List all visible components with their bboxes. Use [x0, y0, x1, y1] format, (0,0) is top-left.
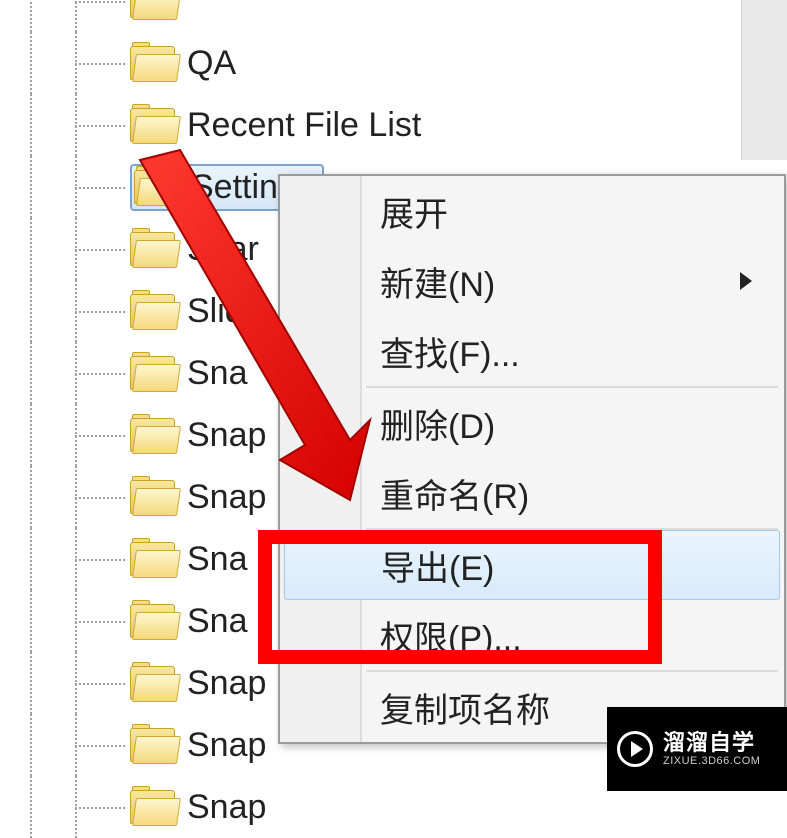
tree-item-label: Sna	[187, 540, 248, 579]
scrollbar-region[interactable]	[741, 0, 787, 160]
folder-icon	[130, 106, 175, 144]
menu-label: 新建(N)	[380, 257, 495, 306]
folder-icon	[134, 168, 179, 206]
menu-delete[interactable]: 删除(D)	[280, 388, 784, 458]
menu-expand[interactable]: 展开	[280, 176, 784, 246]
menu-permissions[interactable]: 权限(P)...	[280, 600, 784, 670]
folder-icon	[130, 478, 175, 516]
tree-item-label: QA	[187, 44, 236, 83]
menu-label: 权限(P)...	[380, 611, 522, 660]
menu-label: 查找(F)...	[380, 327, 520, 376]
menu-label: 重命名(R)	[380, 469, 529, 518]
folder-icon	[130, 540, 175, 578]
folder-icon	[130, 354, 175, 392]
watermark-title: 溜溜自学	[663, 731, 760, 755]
menu-new[interactable]: 新建(N)	[280, 246, 784, 316]
tree-item-label: Recent File List	[187, 106, 421, 145]
tree-item[interactable]	[0, 0, 740, 32]
folder-icon	[130, 602, 175, 640]
folder-icon	[130, 230, 175, 268]
tree-item-label: Snap	[187, 664, 266, 703]
tree-item-label: Snap	[187, 478, 266, 517]
folder-icon	[130, 788, 175, 826]
tree-item-label: Slide	[187, 292, 263, 331]
tree-item-label: Snap	[187, 416, 266, 455]
watermark: 溜溜自学 ZIXUE.3D66.COM	[607, 707, 787, 791]
menu-label: 删除(D)	[380, 399, 495, 448]
watermark-url: ZIXUE.3D66.COM	[663, 755, 760, 767]
tree-item-label: Sna	[187, 354, 248, 393]
tree-item-qa[interactable]: QA	[0, 32, 740, 94]
folder-icon	[130, 664, 175, 702]
folder-icon	[130, 726, 175, 764]
menu-find[interactable]: 查找(F)...	[280, 316, 784, 386]
menu-rename[interactable]: 重命名(R)	[280, 458, 784, 528]
tree-item-label: Snap	[187, 788, 266, 827]
folder-icon	[130, 44, 175, 82]
submenu-arrow-icon	[740, 272, 752, 290]
tree-item-label: Sna	[187, 602, 248, 641]
tree-item-label: Snap	[187, 726, 266, 765]
folder-icon	[130, 0, 175, 20]
folder-icon	[130, 416, 175, 454]
menu-label: 展开	[380, 187, 448, 236]
menu-label: 复制项名称	[380, 683, 550, 732]
menu-export[interactable]: 导出(E)	[284, 530, 780, 600]
context-menu: 展开 新建(N) 查找(F)... 删除(D) 重命名(R) 导出(E) 权限(…	[278, 174, 786, 744]
tree-item-recent-file-list[interactable]: Recent File List	[0, 94, 740, 156]
folder-icon	[130, 292, 175, 330]
menu-label: 导出(E)	[381, 541, 494, 590]
play-icon	[617, 731, 653, 767]
tree-item-label: Shar	[187, 230, 259, 269]
